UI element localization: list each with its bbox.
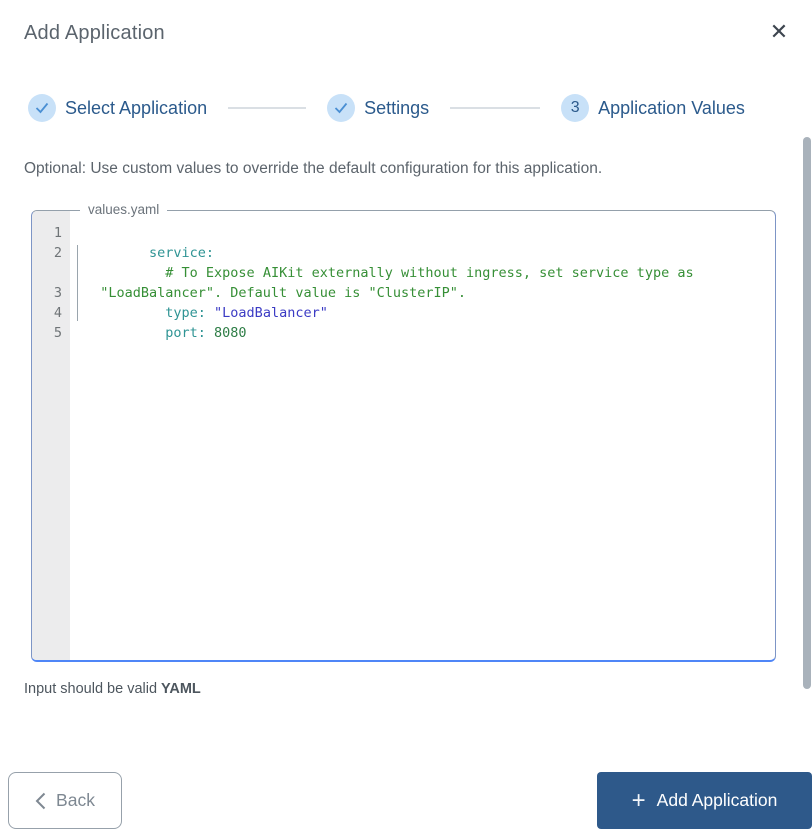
step-complete-indicator [28,94,56,122]
line-number: 1 [53,225,62,241]
optional-description: Optional: Use custom values to override … [24,160,603,177]
validation-hint-format: YAML [161,681,201,697]
check-icon [334,102,348,114]
modal-scrollbar[interactable] [803,137,811,689]
step-application-values[interactable]: 3 Application Values [561,94,745,122]
yaml-number-value: 8080 [214,325,247,341]
code-line: port: 8080 [100,303,700,363]
stepper: Select Application Settings 3 Applicatio… [28,94,804,122]
code-editor-input[interactable]: service: # To Expose AIKit externally wi… [70,211,775,660]
add-application-button[interactable]: + Add Application [597,772,812,829]
validation-hint: Input should be valid YAML [24,681,201,697]
back-button[interactable]: Back [8,772,122,829]
plus-icon: + [631,786,646,814]
step-number-indicator: 3 [561,94,590,122]
indent-guide [77,245,78,321]
editor-gutter: 1 2 3 4 5 [32,211,70,660]
line-number: 3 [53,285,62,301]
step-select-application[interactable]: Select Application [28,94,207,122]
line-number: 4 [53,305,62,321]
page-title: Add Application [24,22,165,44]
yaml-key: port: [165,325,206,341]
close-icon[interactable]: ✕ [765,18,793,46]
line-number: 5 [53,325,62,341]
line-number: 2 [53,245,62,261]
step-label: Application Values [598,97,745,118]
step-complete-indicator [327,94,356,122]
chevron-left-icon [35,792,46,809]
back-button-label: Back [56,790,95,810]
step-divider [228,107,307,109]
check-icon [35,102,49,114]
add-application-button-label: Add Application [656,790,778,810]
add-application-modal: Add Application ✕ Select Application Set… [0,0,812,832]
step-divider [450,107,541,109]
step-label: Settings [364,97,430,118]
step-settings[interactable]: Settings [327,94,429,122]
step-label: Select Application [65,97,208,118]
yaml-editor: values.yaml 1 2 3 4 5 service: # To Expo… [31,202,776,662]
